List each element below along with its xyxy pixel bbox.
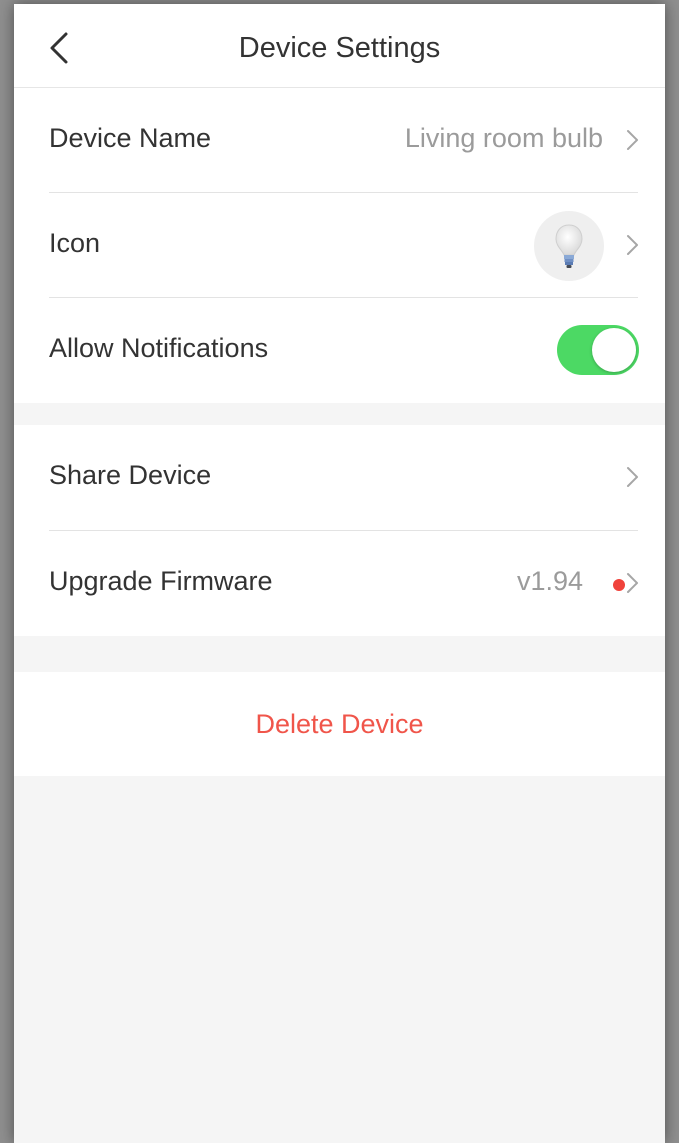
share-device-label: Share Device	[49, 460, 212, 490]
nav-header: Device Settings	[14, 4, 665, 88]
danger-group: Delete Device	[14, 672, 665, 776]
notifications-row: Allow Notifications	[14, 298, 665, 403]
update-indicator-dot	[613, 579, 625, 591]
chevron-right-icon	[627, 467, 638, 487]
icon-label: Icon	[49, 228, 101, 258]
notifications-label: Allow Notifications	[49, 333, 269, 363]
settings-group-general: Device Name Living room bulb Icon Allow …	[14, 88, 665, 403]
icon-row[interactable]: Icon	[14, 193, 665, 298]
notifications-toggle[interactable]	[557, 325, 639, 375]
page-title: Device Settings	[238, 32, 441, 64]
firmware-version: v1.94	[516, 566, 583, 596]
chevron-right-icon	[627, 235, 638, 255]
settings-group-device: Share Device Upgrade Firmware v1.94	[14, 425, 665, 636]
upgrade-firmware-row[interactable]: Upgrade Firmware v1.94	[14, 531, 665, 636]
device-settings-screen: Device Settings Device Name Living room …	[14, 4, 665, 1143]
upgrade-firmware-label: Upgrade Firmware	[49, 566, 273, 596]
toggle-knob	[592, 328, 636, 372]
device-icon-thumbnail	[534, 211, 604, 281]
device-name-label: Device Name	[49, 123, 212, 153]
chevron-right-icon	[627, 130, 638, 150]
device-name-value: Living room bulb	[404, 123, 603, 153]
delete-device-button[interactable]: Delete Device	[14, 672, 665, 777]
device-name-row[interactable]: Device Name Living room bulb	[14, 88, 665, 193]
chevron-right-icon	[627, 573, 638, 593]
light-bulb-icon	[555, 224, 583, 268]
share-device-row[interactable]: Share Device	[14, 425, 665, 530]
